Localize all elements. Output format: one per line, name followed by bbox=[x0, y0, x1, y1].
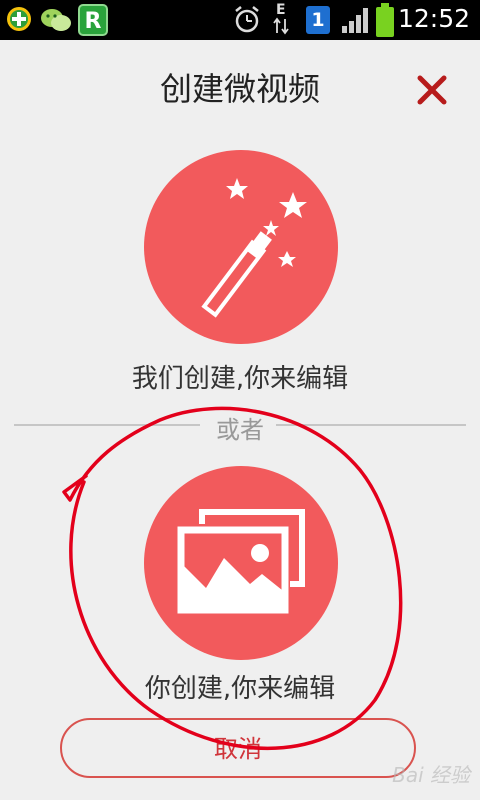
add-app-icon bbox=[7, 7, 31, 31]
watermark: Bai 经验 bbox=[392, 763, 470, 787]
auto-create-label[interactable]: 我们创建,你来编辑 bbox=[0, 358, 480, 395]
self-create-button[interactable] bbox=[144, 466, 338, 660]
alarm-icon bbox=[235, 6, 259, 33]
divider-label: 或者 bbox=[216, 416, 264, 444]
self-create-label[interactable]: 你创建,你来编辑 bbox=[0, 668, 480, 705]
magic-wand-icon bbox=[201, 178, 307, 318]
status-time: 12:52 bbox=[397, 4, 470, 33]
network-type: E bbox=[276, 2, 286, 18]
r-app-icon: R bbox=[78, 4, 108, 36]
page-title: 创建微视频 bbox=[159, 70, 320, 108]
cancel-button[interactable]: 取消 bbox=[60, 718, 416, 778]
status-bar: R E 1 12:52 bbox=[0, 0, 480, 40]
sim-badge-icon: 1 bbox=[306, 6, 330, 34]
auto-create-button[interactable] bbox=[144, 150, 338, 344]
close-icon[interactable] bbox=[412, 70, 452, 110]
signal-icon bbox=[342, 8, 368, 33]
battery-icon bbox=[376, 3, 394, 37]
wechat-icon bbox=[41, 9, 71, 31]
data-arrows-icon bbox=[273, 17, 289, 35]
notification-badge: 1 bbox=[311, 9, 325, 31]
svg-text:R: R bbox=[85, 9, 102, 34]
photo-gallery-icon bbox=[177, 509, 305, 614]
